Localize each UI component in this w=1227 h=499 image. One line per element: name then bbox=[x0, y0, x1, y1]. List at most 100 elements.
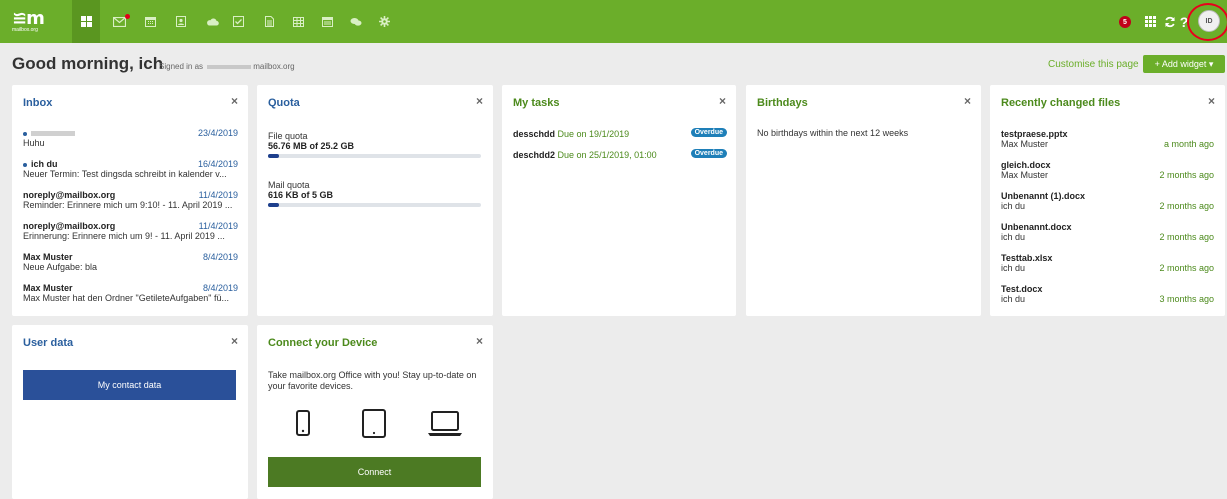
tablet-icon bbox=[362, 409, 386, 438]
birthdays-title: Birthdays bbox=[757, 97, 808, 109]
redacted-sender bbox=[31, 131, 75, 137]
files-widget: Recently changed files × testpraese.pptx… bbox=[990, 85, 1225, 316]
signed-in-domain: mailbox.org bbox=[253, 62, 295, 71]
file-quota-value: 56.76 MB of 25.2 GB bbox=[268, 141, 355, 151]
chat-icon[interactable] bbox=[345, 0, 367, 43]
avatar[interactable]: ID bbox=[1198, 10, 1220, 32]
contacts-icon[interactable] bbox=[170, 0, 192, 43]
file-name: Unbenannt.docx bbox=[1001, 222, 1072, 232]
task-name: deschdd2 bbox=[513, 150, 556, 160]
mail-sender: Max Muster bbox=[23, 283, 73, 293]
mail-date: 11/4/2019 bbox=[198, 221, 238, 231]
presentation-icon[interactable] bbox=[316, 0, 338, 43]
mail-sender: noreply@mailbox.org bbox=[23, 190, 116, 200]
customise-page-link[interactable]: Customise this page bbox=[1048, 59, 1139, 70]
status-badge: Overdue bbox=[690, 149, 727, 158]
my-contact-data-button[interactable]: My contact data bbox=[23, 370, 236, 400]
help-icon[interactable]: ? bbox=[1173, 0, 1195, 43]
file-name: testpraese.pptx bbox=[1001, 129, 1068, 139]
tasks-icon[interactable] bbox=[227, 0, 249, 43]
close-icon[interactable]: × bbox=[476, 334, 483, 348]
file-item[interactable]: gleich.docx Max Muster 2 months ago bbox=[1001, 160, 1214, 180]
page-title: Good morning, ich bbox=[12, 54, 164, 73]
notification-badge[interactable]: 5 bbox=[1119, 16, 1131, 28]
mail-icon[interactable] bbox=[108, 0, 130, 43]
task-due: Due on 25/1/2019, 01:00 bbox=[557, 150, 657, 160]
logo-mark: ≌m bbox=[12, 7, 45, 29]
file-item[interactable]: Test.docx ich du 3 months ago bbox=[1001, 284, 1214, 304]
mail-subject: Reminder: Erinnere mich um 9:10! - 11. A… bbox=[23, 200, 233, 210]
calendar-icon[interactable] bbox=[139, 0, 161, 43]
file-name: Unbenannt (1).docx bbox=[1001, 191, 1086, 201]
mail-date: 11/4/2019 bbox=[198, 190, 238, 200]
task-item[interactable]: desschdd Due on 19/1/2019 Overdue bbox=[513, 128, 727, 139]
mail-subject: Erinnerung: Erinnere mich um 9! - 11. Ap… bbox=[23, 231, 225, 241]
file-item[interactable]: Unbenannt (1).docx ich du 2 months ago bbox=[1001, 191, 1214, 211]
file-quota-label: File quota bbox=[268, 131, 308, 141]
close-icon[interactable]: × bbox=[231, 94, 238, 108]
connect-device-text: Take mailbox.org Office with you! Stay u… bbox=[268, 370, 477, 391]
birthdays-empty-text: No birthdays within the next 12 weeks bbox=[757, 128, 909, 138]
inbox-widget: Inbox × 23/4/2019 Huhu ich du 16/4/2019 … bbox=[12, 85, 248, 316]
top-bar: ≌m mailbox.org 5 ? ID bbox=[0, 0, 1227, 43]
file-name: gleich.docx bbox=[1001, 160, 1051, 170]
settings-icon[interactable] bbox=[373, 0, 395, 43]
mail-sender: noreply@mailbox.org bbox=[23, 221, 116, 231]
tasks-title[interactable]: My tasks bbox=[513, 97, 559, 109]
signed-in-info: Signed in as mailbox.org bbox=[159, 62, 295, 71]
mail-date: 8/4/2019 bbox=[202, 283, 238, 293]
file-modified: 2 months ago bbox=[1159, 232, 1214, 242]
mail-date: 16/4/2019 bbox=[197, 159, 238, 169]
task-due: Due on 19/1/2019 bbox=[557, 129, 630, 139]
mail-sender: ich du bbox=[31, 159, 58, 169]
close-icon[interactable]: × bbox=[1208, 94, 1215, 108]
app-launcher-icon[interactable] bbox=[1139, 0, 1161, 43]
birthdays-widget: Birthdays × No birthdays within the next… bbox=[746, 85, 981, 316]
list-item[interactable]: ich du 16/4/2019 Neuer Termin: Test ding… bbox=[23, 159, 238, 179]
user-data-title: User data bbox=[23, 337, 74, 349]
quota-title: Quota bbox=[268, 97, 300, 109]
mail-date: 23/4/2019 bbox=[197, 128, 238, 138]
add-widget-button[interactable]: + Add widget ▾ bbox=[1143, 55, 1225, 73]
close-icon[interactable]: × bbox=[719, 94, 726, 108]
documents-icon[interactable] bbox=[258, 0, 280, 43]
file-item[interactable]: Unbenannt.docx ich du 2 months ago bbox=[1001, 222, 1214, 242]
logo-subtitle: mailbox.org bbox=[12, 26, 38, 33]
spreadsheet-icon[interactable] bbox=[287, 0, 309, 43]
logo[interactable]: ≌m mailbox.org bbox=[0, 0, 70, 43]
inbox-title[interactable]: Inbox bbox=[23, 97, 52, 109]
dashboard-icon[interactable] bbox=[72, 0, 100, 43]
file-item[interactable]: Testtab.xlsx ich du 2 months ago bbox=[1001, 253, 1214, 273]
tasks-widget: My tasks × desschdd Due on 19/1/2019 Ove… bbox=[502, 85, 736, 316]
unread-dot bbox=[23, 131, 27, 136]
laptop-icon bbox=[428, 411, 462, 436]
signed-in-prefix: Signed in as bbox=[159, 62, 204, 71]
status-badge: Overdue bbox=[690, 128, 727, 137]
phone-icon bbox=[296, 410, 310, 436]
list-item[interactable]: Max Muster 8/4/2019 Neue Aufgabe: bla bbox=[23, 252, 238, 272]
file-modified: 2 months ago bbox=[1159, 170, 1214, 180]
redacted-email bbox=[207, 64, 252, 69]
close-icon[interactable]: × bbox=[964, 94, 971, 108]
list-item[interactable]: 23/4/2019 Huhu bbox=[23, 128, 238, 148]
task-name: desschdd bbox=[513, 129, 556, 139]
mail-date: 8/4/2019 bbox=[202, 252, 238, 262]
cloud-icon[interactable] bbox=[201, 0, 223, 43]
list-item[interactable]: noreply@mailbox.org 11/4/2019 Reminder: … bbox=[23, 190, 238, 210]
file-quota: File quota 56.76 MB of 25.2 GB bbox=[268, 131, 481, 158]
list-item[interactable]: Max Muster 8/4/2019 Max Muster hat den O… bbox=[23, 283, 238, 303]
file-item[interactable]: testpraese.pptx Max Muster a month ago bbox=[1001, 129, 1214, 149]
files-title[interactable]: Recently changed files bbox=[1001, 97, 1120, 109]
connect-device-widget: Connect your Device × Take mailbox.org O… bbox=[257, 325, 493, 499]
task-item[interactable]: deschdd2 Due on 25/1/2019, 01:00 Overdue bbox=[513, 149, 727, 160]
mail-sender: Max Muster bbox=[23, 252, 73, 262]
close-icon[interactable]: × bbox=[231, 334, 238, 348]
mail-subject: Neue Aufgabe: bla bbox=[23, 262, 98, 272]
file-modified: 3 months ago bbox=[1159, 294, 1214, 304]
user-data-widget: User data × My contact data bbox=[12, 325, 248, 499]
mail-subject: Neuer Termin: Test dingsda schreibt in k… bbox=[23, 169, 227, 179]
close-icon[interactable]: × bbox=[476, 94, 483, 108]
connect-button[interactable]: Connect bbox=[268, 457, 481, 487]
list-item[interactable]: noreply@mailbox.org 11/4/2019 Erinnerung… bbox=[23, 221, 238, 241]
quota-widget: Quota × File quota 56.76 MB of 25.2 GB M… bbox=[257, 85, 493, 316]
